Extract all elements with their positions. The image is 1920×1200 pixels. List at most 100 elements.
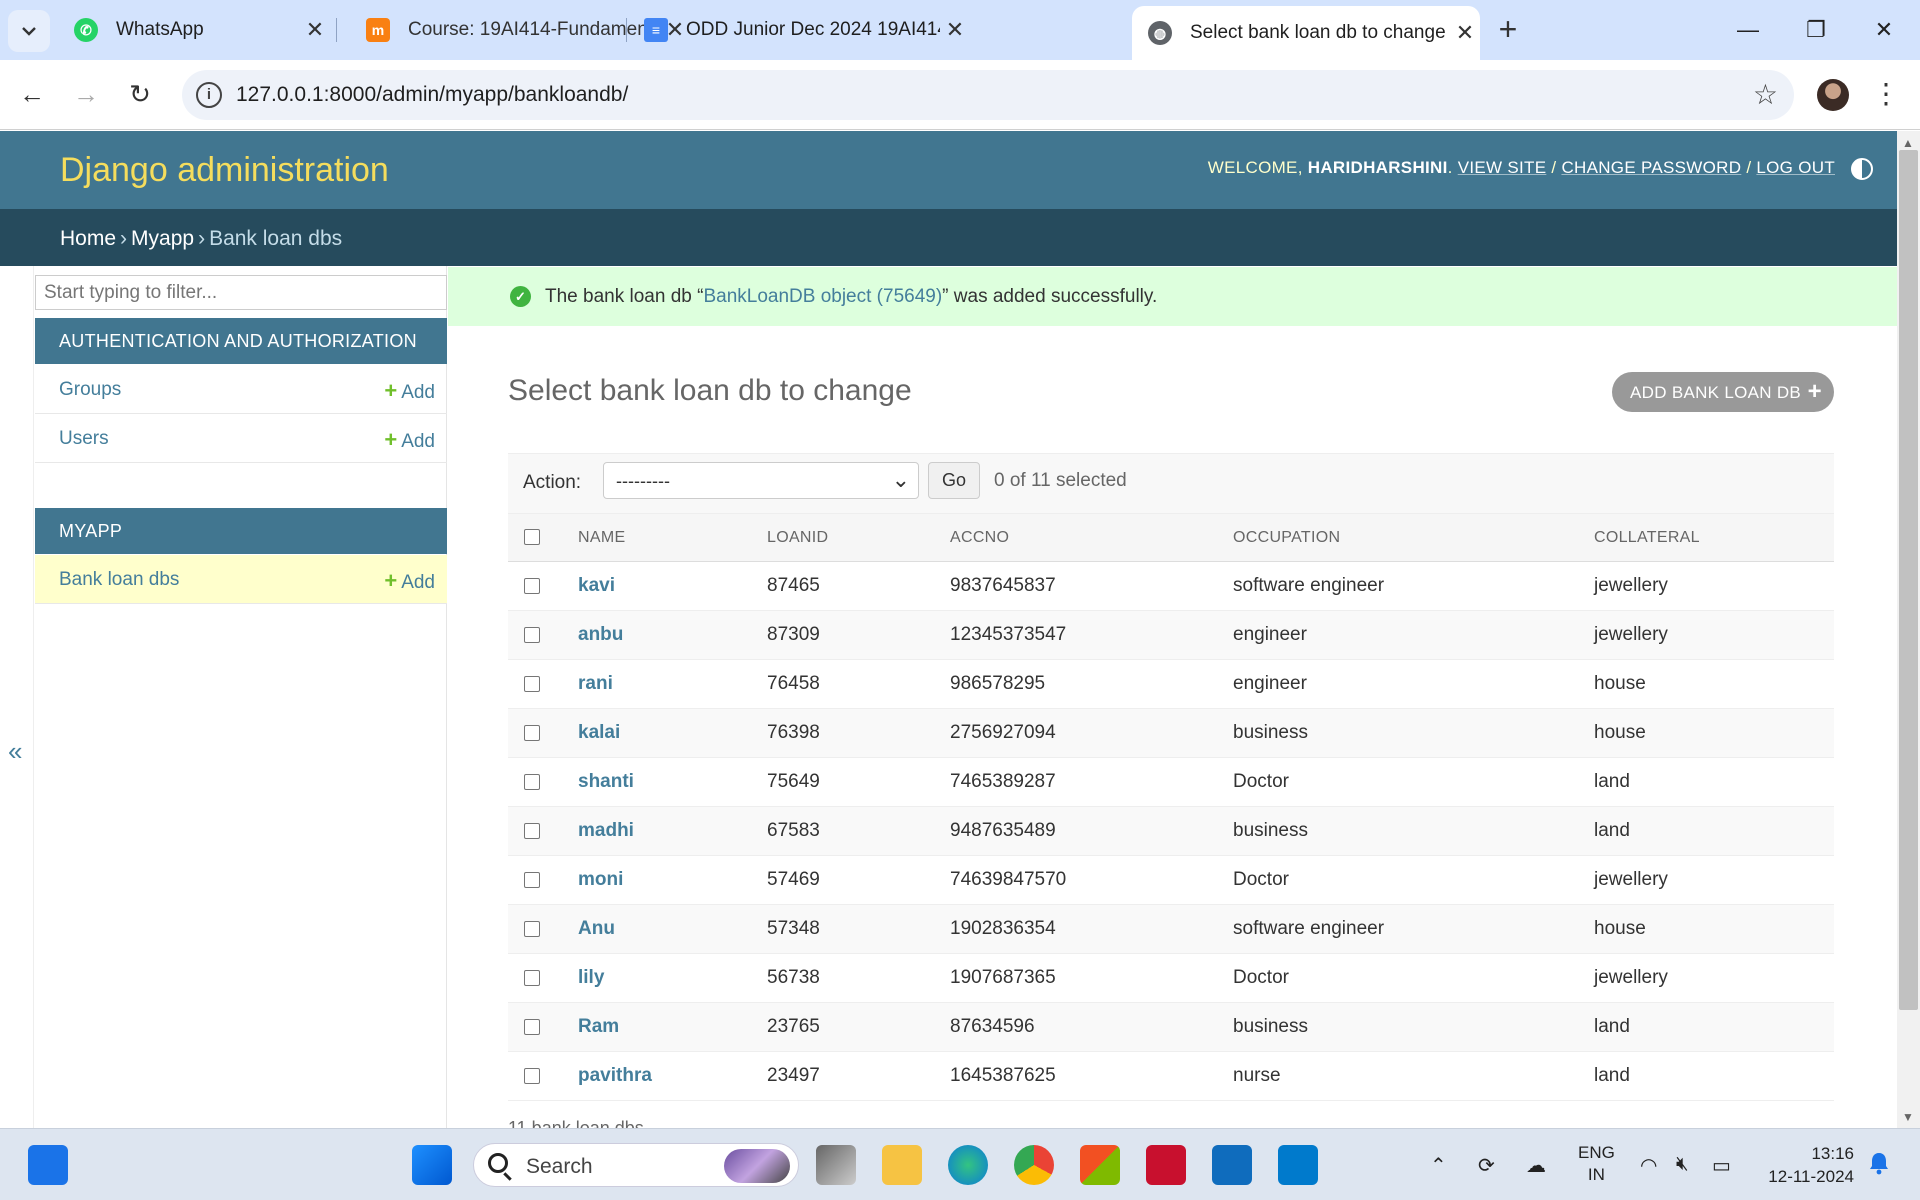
- volume-muted-icon[interactable]: 🔇︎: [1676, 1153, 1689, 1176]
- minimize-icon[interactable]: —: [1718, 8, 1778, 52]
- row-checkbox[interactable]: [524, 920, 540, 937]
- widgets-icon[interactable]: [28, 1145, 68, 1185]
- url-text[interactable]: 127.0.0.1:8000/admin/myapp/bankloandb/: [236, 83, 628, 107]
- row-checkbox[interactable]: [524, 871, 540, 888]
- row-name-link[interactable]: Ram: [578, 1016, 619, 1037]
- vscode-icon[interactable]: [1278, 1145, 1318, 1185]
- row-name-link[interactable]: anbu: [578, 624, 623, 645]
- address-bar[interactable]: i 127.0.0.1:8000/admin/myapp/bankloandb/…: [182, 70, 1794, 120]
- scroll-down-icon[interactable]: ▼: [1902, 1110, 1914, 1124]
- edge-icon[interactable]: [948, 1145, 988, 1185]
- profile-avatar[interactable]: [1817, 79, 1849, 111]
- column-header-collateral[interactable]: COLLATERAL: [1594, 513, 1834, 562]
- reload-icon[interactable]: ↻: [120, 74, 160, 114]
- close-icon[interactable]: ✕: [940, 17, 970, 43]
- auth-module-caption[interactable]: AUTHENTICATION AND AUTHORIZATION: [35, 318, 447, 364]
- nav-filter-input[interactable]: [35, 275, 447, 310]
- taskbar-search[interactable]: Search: [473, 1143, 799, 1187]
- column-header-occupation[interactable]: OCCUPATION: [1233, 513, 1594, 562]
- scrollbar-thumb[interactable]: [1899, 150, 1918, 1010]
- sidebar-item-groups[interactable]: Groups + Add: [35, 365, 447, 414]
- chevron-up-icon[interactable]: ⌃: [1430, 1153, 1447, 1178]
- row-select-cell: [508, 806, 570, 856]
- site-info-icon[interactable]: i: [196, 82, 222, 108]
- column-header-name[interactable]: NAME: [570, 513, 767, 562]
- cell-loanid: 57469: [767, 855, 950, 905]
- back-icon[interactable]: ←: [12, 74, 52, 114]
- row-name-link[interactable]: shanti: [578, 771, 634, 792]
- row-checkbox[interactable]: [524, 626, 540, 643]
- sync-icon[interactable]: ⟳: [1478, 1153, 1495, 1178]
- row-name-link[interactable]: Anu: [578, 918, 615, 939]
- bank-loan-dbs-add-link[interactable]: + Add: [384, 568, 435, 594]
- row-name-link[interactable]: pavithra: [578, 1065, 652, 1086]
- restore-icon[interactable]: ❐: [1786, 8, 1846, 52]
- users-add-link[interactable]: + Add: [384, 427, 435, 453]
- table-row: madhi 67583 9487635489 business land: [508, 806, 1834, 856]
- row-name-link[interactable]: madhi: [578, 820, 634, 841]
- close-icon[interactable]: ✕: [1450, 20, 1480, 46]
- view-site-link[interactable]: VIEW SITE: [1458, 158, 1547, 177]
- change-password-link[interactable]: CHANGE PASSWORD: [1561, 158, 1741, 177]
- mcafee-icon[interactable]: [1146, 1145, 1186, 1185]
- breadcrumb-myapp[interactable]: Myapp: [131, 227, 194, 250]
- go-button[interactable]: Go: [928, 462, 980, 499]
- battery-icon[interactable]: ▭: [1712, 1153, 1731, 1178]
- input-language[interactable]: ENG IN: [1578, 1142, 1615, 1186]
- site-branding[interactable]: Django administration: [60, 151, 389, 190]
- row-checkbox[interactable]: [524, 773, 540, 790]
- outlook-icon[interactable]: [1212, 1145, 1252, 1185]
- onedrive-icon[interactable]: ☁: [1526, 1153, 1546, 1178]
- sidebar-item-bank-loan-dbs[interactable]: Bank loan dbs + Add: [35, 555, 447, 604]
- breadcrumb-home[interactable]: Home: [60, 227, 116, 250]
- row-checkbox[interactable]: [524, 675, 540, 692]
- notification-bell-icon[interactable]: [1868, 1151, 1890, 1175]
- row-name-link[interactable]: moni: [578, 869, 623, 890]
- add-bank-loan-db-button[interactable]: ADD BANK LOAN DB +: [1612, 372, 1834, 412]
- window-close-icon[interactable]: ✕: [1854, 8, 1914, 52]
- log-out-link[interactable]: LOG OUT: [1756, 158, 1835, 177]
- row-name-link[interactable]: rani: [578, 673, 613, 694]
- row-checkbox[interactable]: [524, 969, 540, 986]
- close-icon[interactable]: ✕: [300, 17, 330, 43]
- chrome-icon[interactable]: [1014, 1145, 1054, 1185]
- users-link[interactable]: Users: [59, 428, 109, 450]
- row-checkbox[interactable]: [524, 724, 540, 741]
- more-menu-icon[interactable]: ⋮: [1872, 74, 1900, 114]
- sidebar-toggle[interactable]: «: [0, 266, 34, 1128]
- tab-search-button[interactable]: [8, 10, 50, 52]
- tab-whatsapp[interactable]: ✆ WhatsApp ✕: [58, 8, 330, 52]
- theme-toggle-icon[interactable]: [1851, 158, 1873, 180]
- row-name-link[interactable]: kalai: [578, 722, 620, 743]
- column-header-loanid[interactable]: LOANID: [767, 513, 950, 562]
- row-select-cell: [508, 659, 570, 709]
- start-icon[interactable]: [412, 1145, 452, 1185]
- new-tab-button[interactable]: +: [1490, 12, 1526, 48]
- column-header-accno[interactable]: ACCNO: [950, 513, 1233, 562]
- row-checkbox[interactable]: [524, 1018, 540, 1035]
- row-checkbox[interactable]: [524, 577, 540, 594]
- groups-add-link[interactable]: + Add: [384, 378, 435, 404]
- row-name-link[interactable]: kavi: [578, 575, 615, 596]
- row-checkbox[interactable]: [524, 1067, 540, 1084]
- collapse-sidebar-icon[interactable]: «: [8, 736, 22, 767]
- scroll-up-icon[interactable]: ▲: [1902, 136, 1914, 150]
- row-name-link[interactable]: lily: [578, 967, 604, 988]
- forward-icon[interactable]: →: [66, 74, 106, 114]
- file-explorer-icon[interactable]: [882, 1145, 922, 1185]
- task-view-icon[interactable]: [816, 1145, 856, 1185]
- row-checkbox[interactable]: [524, 822, 540, 839]
- message-object-link[interactable]: BankLoanDB object (75649): [703, 286, 942, 307]
- clock[interactable]: 13:16 12-11-2024: [1758, 1142, 1854, 1188]
- tab-odd-junior[interactable]: ≡ ODD Junior Dec 2024 19AI414 - ✕: [628, 8, 970, 52]
- bank-loan-dbs-link[interactable]: Bank loan dbs: [59, 569, 179, 591]
- wifi-icon[interactable]: ◠: [1640, 1153, 1657, 1178]
- sidebar-item-users[interactable]: Users + Add: [35, 414, 447, 463]
- ms-store-icon[interactable]: [1080, 1145, 1120, 1185]
- select-all-checkbox[interactable]: [524, 529, 540, 546]
- myapp-module-caption[interactable]: MYAPP: [35, 508, 447, 554]
- bookmark-star-icon[interactable]: ☆: [1753, 78, 1778, 111]
- action-select[interactable]: --------- ⌄: [603, 462, 919, 499]
- tab-select-bank-loan[interactable]: ◍ Select bank loan db to change | ✕: [1132, 6, 1480, 60]
- groups-link[interactable]: Groups: [59, 379, 121, 401]
